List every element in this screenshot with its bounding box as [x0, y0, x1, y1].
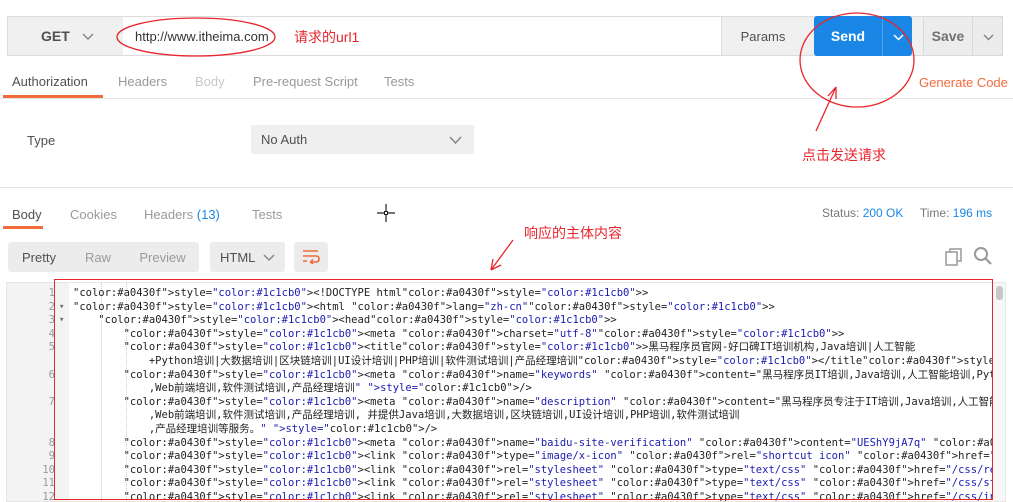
body-highlight-box [54, 279, 993, 500]
annotation-body: 响应的主体内容 [524, 225, 622, 241]
url-highlight-ellipse [116, 17, 276, 57]
send-arrow [815, 86, 837, 132]
annotation-url: 请求的url1 [294, 29, 360, 45]
send-highlight-ellipse [799, 12, 915, 108]
annotation-send: 点击发送请求 [802, 147, 886, 163]
body-arrow [490, 239, 514, 271]
